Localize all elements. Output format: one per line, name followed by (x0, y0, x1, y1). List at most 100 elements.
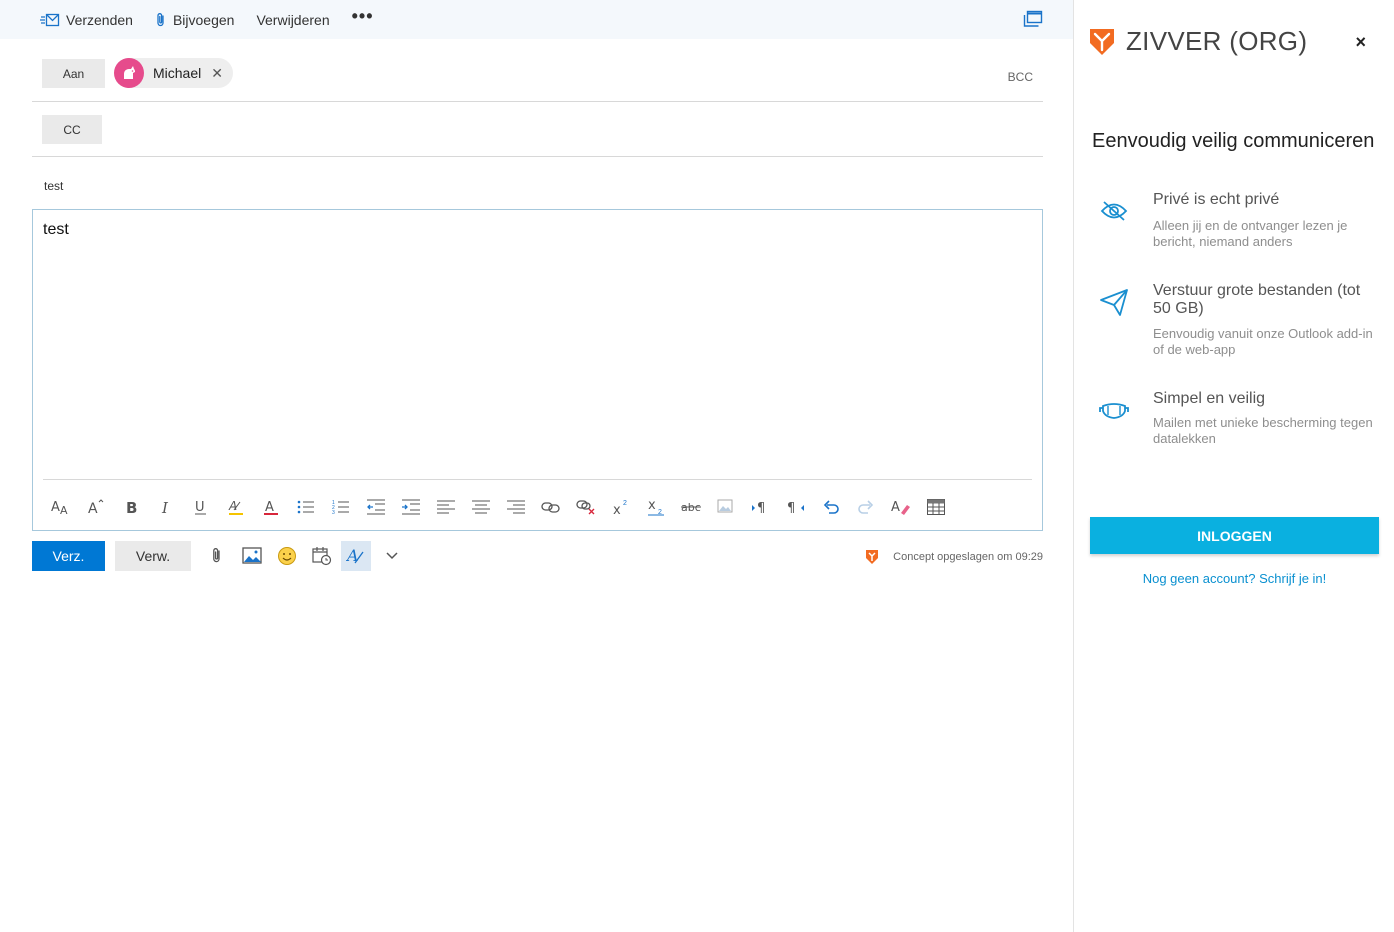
attach-button[interactable] (199, 541, 234, 571)
send-command[interactable]: Verzenden (40, 12, 133, 28)
popout-button[interactable] (1023, 10, 1043, 33)
svg-text:A: A (88, 501, 98, 516)
align-left-icon[interactable] (428, 492, 463, 522)
app-window: Verzenden Bijvoegen Verwijderen ••• Aan … (0, 0, 1394, 932)
svg-text:¶: ¶ (757, 501, 765, 515)
paperclip-icon (157, 12, 164, 26)
align-right-icon[interactable] (498, 492, 533, 522)
subscript-icon[interactable]: x2 (638, 492, 673, 522)
svg-text:A: A (228, 499, 237, 513)
zivver-format-button[interactable]: A (341, 541, 371, 571)
text-format-icon: A (346, 546, 364, 565)
zivver-logo-icon (1090, 28, 1114, 55)
mask-icon (1099, 403, 1129, 419)
clear-formatting-icon[interactable]: A (883, 492, 918, 522)
insert-picture-inline-icon[interactable] (708, 492, 743, 522)
recipient-chip[interactable]: Michael ✕ (114, 58, 233, 88)
subject-text: test (44, 179, 64, 193)
recipient-name: Michael (153, 65, 202, 81)
draft-status: Concept opgeslagen om 09:29 (865, 549, 1043, 565)
svg-text:A: A (60, 504, 68, 516)
to-row: Aan Michael ✕ BCC (32, 39, 1043, 102)
cc-button[interactable]: CC (42, 115, 102, 144)
compose-actions: Verz. Verw. A Concept opgeslagen om 09:2… (32, 541, 1043, 571)
italic-icon[interactable]: I (148, 492, 183, 522)
font-icon[interactable]: AA (43, 492, 78, 522)
decrease-indent-icon[interactable] (358, 492, 393, 522)
compose-form: Aan Michael ✕ BCC CC test test AA A B I (32, 39, 1043, 531)
attach-command-label: Bijvoegen (172, 11, 235, 28)
bcc-link[interactable]: BCC (1008, 70, 1033, 84)
message-body-text: test (43, 221, 69, 238)
calendar-clock-icon (311, 547, 331, 566)
emoji-button[interactable] (269, 541, 304, 571)
more-icon: ••• (351, 6, 374, 26)
picture-icon (241, 547, 262, 564)
feature-description: Alleen jij en de ontvanger lezen je beri… (1153, 218, 1348, 249)
superscript-icon[interactable]: x2 (603, 492, 638, 522)
font-color-icon[interactable]: A (253, 492, 288, 522)
undo-icon[interactable] (813, 492, 848, 522)
svg-text:B: B (126, 499, 137, 516)
svg-text:I: I (161, 499, 169, 516)
zivver-shield-icon (866, 550, 879, 564)
to-button[interactable]: Aan (42, 59, 105, 88)
more-options-button[interactable]: ••• (352, 6, 374, 27)
cc-row: CC (32, 102, 1043, 157)
ltr-icon[interactable]: ¶ (743, 492, 778, 522)
svg-text:U: U (195, 500, 205, 515)
insert-picture-button[interactable] (234, 541, 269, 571)
pane-header: ZIVVER (ORG) (1088, 26, 1307, 57)
highlight-icon[interactable]: A (218, 492, 253, 522)
align-center-icon[interactable] (463, 492, 498, 522)
delete-command-label: Verwijderen (256, 11, 330, 28)
svg-text:A: A (51, 500, 60, 515)
paper-plane-icon (1100, 289, 1128, 316)
login-button[interactable]: INLOGGEN (1090, 517, 1379, 554)
subject-field[interactable]: test (32, 157, 1043, 210)
rtl-icon[interactable]: ¶ (778, 492, 813, 522)
send-mail-icon (40, 13, 60, 26)
svg-text:3: 3 (332, 510, 335, 515)
popout-window-icon (1023, 10, 1043, 27)
message-body-editor[interactable]: test AA A B I U A A 123 x2 x2 abc ¶ ¶ A (32, 209, 1043, 531)
svg-text:A: A (891, 500, 900, 515)
remove-recipient-icon[interactable]: ✕ (211, 65, 223, 82)
underline-icon[interactable]: U (183, 492, 218, 522)
close-pane-button[interactable]: × (1355, 32, 1366, 53)
bold-icon[interactable]: B (113, 492, 148, 522)
feature-title: Privé is echt privé (1153, 191, 1280, 208)
delete-command[interactable]: Verwijderen (256, 12, 329, 28)
command-bar: Verzenden Bijvoegen Verwijderen ••• (0, 0, 1073, 39)
strikethrough-icon[interactable]: abc (673, 492, 708, 522)
send-command-label: Verzenden (66, 11, 133, 28)
editor-divider (43, 479, 1032, 480)
send-button[interactable]: Verz. (32, 541, 105, 571)
discard-button[interactable]: Verw. (115, 541, 191, 571)
svg-text:2: 2 (623, 500, 627, 507)
paperclip-icon (212, 548, 220, 563)
increase-indent-icon[interactable] (393, 492, 428, 522)
svg-text:A: A (346, 546, 359, 565)
redo-icon[interactable] (848, 492, 883, 522)
numbering-icon[interactable]: 123 (323, 492, 358, 522)
schedule-button[interactable] (304, 541, 339, 571)
insert-table-icon[interactable] (918, 492, 953, 522)
chevron-down-icon (385, 552, 398, 560)
attach-command[interactable]: Bijvoegen (155, 11, 235, 28)
feature-description: Eenvoudig vanuit onze Outlook add-in of … (1153, 326, 1373, 357)
font-size-icon[interactable]: A (78, 492, 113, 522)
smiley-icon (277, 547, 296, 565)
more-actions-button[interactable] (374, 541, 409, 571)
zivver-addin-pane: ZIVVER (ORG) × Eenvoudig veilig communic… (1073, 0, 1394, 932)
signup-link[interactable]: Nog geen account? Schrijf je in! (1090, 571, 1379, 586)
bullets-icon[interactable] (288, 492, 323, 522)
remove-link-icon[interactable] (568, 492, 603, 522)
unicorn-avatar-icon (124, 66, 135, 79)
svg-text:A: A (265, 500, 274, 515)
feature-title: Verstuur grote bestanden (tot 50 GB) (1153, 282, 1361, 317)
formatting-toolbar: AA A B I U A A 123 x2 x2 abc ¶ ¶ A (43, 492, 953, 522)
draft-status-text: Concept opgeslagen om 09:29 (893, 551, 1043, 563)
avatar (114, 58, 144, 88)
insert-link-icon[interactable] (533, 492, 568, 522)
